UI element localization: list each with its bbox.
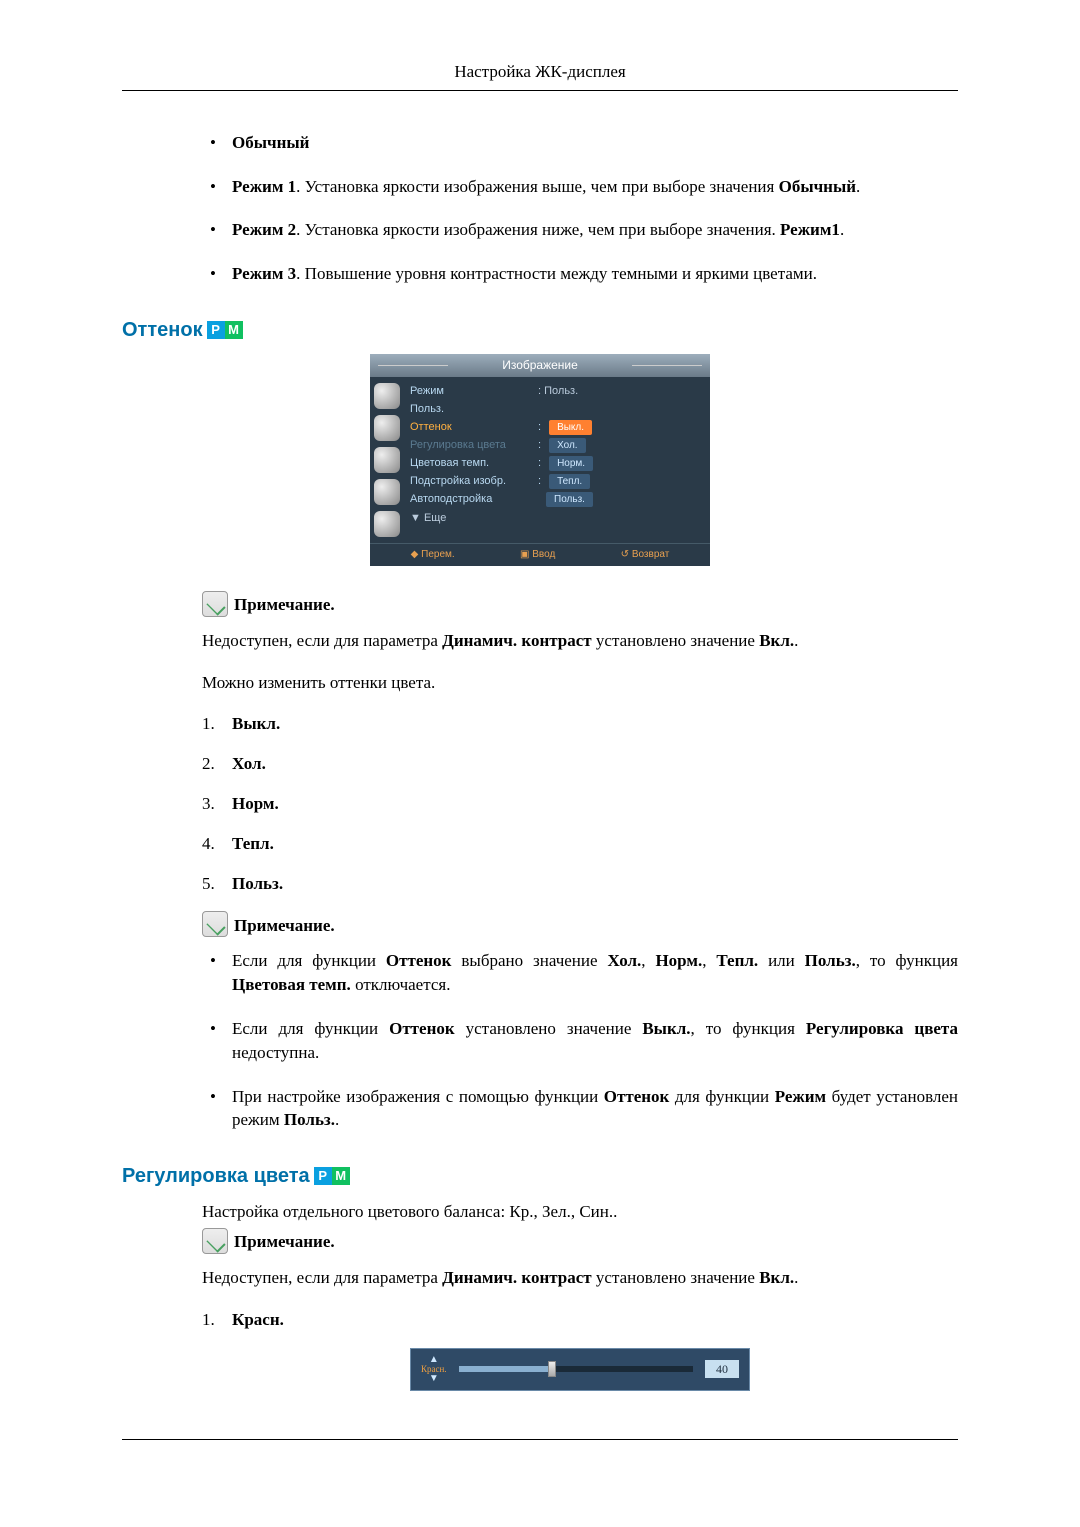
osd-tab-icon [374, 447, 400, 473]
slider-fill [459, 1366, 553, 1372]
slider-value: 40 [705, 1360, 739, 1379]
osd-option: Тепл. [549, 474, 590, 489]
osd-option: Выкл. [549, 420, 592, 435]
slider-figure: ▲ Красн. ▼ 40 [202, 1348, 958, 1391]
list-item: Если для функции Оттенок установлено зна… [202, 1017, 958, 1065]
mode-name: Режим 1 [232, 177, 296, 196]
note-label: Примечание. [234, 593, 335, 617]
note-icon [202, 591, 228, 617]
section-title: Оттенок [122, 316, 203, 344]
mode-item: Режим 3. Повышение уровня контрастности … [202, 262, 958, 286]
color-description: Настройка отдельного цветового баланса: … [202, 1200, 958, 1224]
mode-list: Обычный Режим 1. Установка яркости изобр… [202, 131, 958, 286]
badge-p-icon: P [207, 321, 225, 339]
color-options-list: Красн. [202, 1308, 958, 1332]
list-item: Хол. [202, 752, 958, 776]
list-item: Если для функции Оттенок выбрано значени… [202, 949, 958, 997]
slider-track [459, 1366, 693, 1372]
page-footer-rule [122, 1439, 958, 1440]
osd-tab-icon [374, 479, 400, 505]
tone-notes-list: Если для функции Оттенок выбрано значени… [202, 949, 958, 1132]
note-block: Примечание. [202, 1228, 958, 1254]
osd-selected-row: Оттенок [410, 420, 530, 435]
osd-more-indicator: ▼ Еще [410, 511, 702, 526]
osd-hint-enter: ▣ Ввод [520, 548, 555, 562]
page-title: Настройка ЖК-дисплея [454, 62, 625, 81]
osd-tab-icon [374, 383, 400, 409]
note-label: Примечание. [234, 914, 335, 938]
slider-handle [548, 1361, 556, 1377]
section-title: Регулировка цвета [122, 1162, 310, 1190]
badge-group: P M [314, 1167, 350, 1185]
osd-tab-icon [374, 415, 400, 441]
mode-name: Обычный [232, 133, 309, 152]
osd-footer: ◆ Перем. ▣ Ввод ↺ Возврат [370, 543, 710, 566]
note-block: Примечание. [202, 911, 958, 937]
note-icon [202, 1228, 228, 1254]
osd-icon-strip [370, 377, 404, 543]
section-color-heading: Регулировка цвета P M [122, 1162, 958, 1190]
osd-option: Польз. [546, 492, 593, 507]
list-item: При настройке изображения с помощью функ… [202, 1085, 958, 1133]
tone-description: Можно изменить оттенки цвета. [202, 671, 958, 695]
osd-option: Норм. [549, 456, 593, 471]
badge-group: P M [207, 321, 243, 339]
osd-hint-back: ↺ Возврат [621, 548, 670, 562]
mode-name: Режим 2 [232, 220, 296, 239]
list-item: Тепл. [202, 832, 958, 856]
note-text: Недоступен, если для параметра Динамич. … [202, 1266, 958, 1290]
osd-hint-move: ◆ Перем. [411, 548, 455, 562]
mode-item: Режим 2. Установка яркости изображения н… [202, 218, 958, 242]
slider-label-block: ▲ Красн. ▼ [421, 1355, 447, 1384]
badge-m-icon: M [332, 1167, 350, 1185]
tone-options-list: Выкл. Хол. Норм. Тепл. Польз. [202, 712, 958, 895]
arrow-down-icon: ▼ [429, 1374, 439, 1384]
badge-m-icon: M [225, 321, 243, 339]
note-text: Недоступен, если для параметра Динамич. … [202, 629, 958, 653]
osd-tab-icon [374, 511, 400, 537]
osd-panel: Изображение Режим: Польз. Польз. Оттенок… [370, 354, 710, 566]
mode-item: Обычный [202, 131, 958, 155]
osd-title: Изображение [370, 354, 710, 377]
page-header: Настройка ЖК-дисплея [122, 60, 958, 91]
note-block: Примечание. [202, 591, 958, 617]
list-item: Красн. [202, 1308, 958, 1332]
osd-menu: Режим: Польз. Польз. Оттенок: Выкл. Регу… [404, 377, 710, 543]
slider-panel: ▲ Красн. ▼ 40 [410, 1348, 750, 1391]
list-item: Выкл. [202, 712, 958, 736]
note-label: Примечание. [234, 1230, 335, 1254]
osd-figure: Изображение Режим: Польз. Польз. Оттенок… [122, 354, 958, 566]
section-tone-heading: Оттенок P M [122, 316, 958, 344]
list-item: Норм. [202, 792, 958, 816]
osd-option: Хол. [549, 438, 586, 453]
badge-p-icon: P [314, 1167, 332, 1185]
mode-name: Режим 3 [232, 264, 296, 283]
mode-item: Режим 1. Установка яркости изображения в… [202, 175, 958, 199]
mode-list-block: Обычный Режим 1. Установка яркости изобр… [202, 131, 958, 286]
note-icon [202, 911, 228, 937]
list-item: Польз. [202, 872, 958, 896]
